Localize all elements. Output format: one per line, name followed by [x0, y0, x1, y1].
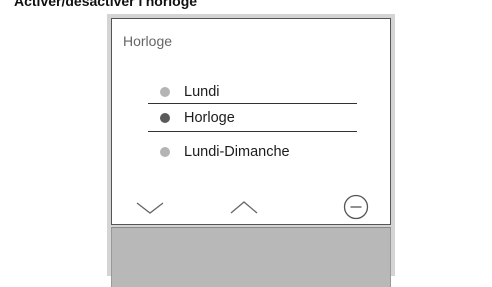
menu-item-lundi[interactable]: Lundi [148, 81, 358, 103]
up-button[interactable] [228, 195, 260, 221]
menu-item-horloge[interactable]: Horloge [148, 107, 358, 129]
page-heading: Activer/désactiver l'horloge [14, 0, 198, 9]
device-illustration: Horloge Lundi Horloge Lundi-Dimanche [107, 14, 395, 287]
menu-item-lundi-dimanche[interactable]: Lundi-Dimanche [148, 141, 358, 163]
device-screen: Horloge Lundi Horloge Lundi-Dimanche [111, 18, 391, 225]
down-button[interactable] [134, 195, 166, 221]
radio-dot-icon [160, 87, 170, 97]
menu-item-label: Lundi [184, 84, 220, 100]
chevron-up-icon [230, 201, 258, 214]
selection-line-bottom [148, 131, 357, 132]
device-bottom-panel [111, 227, 391, 287]
menu-item-label: Lundi-Dimanche [184, 144, 290, 160]
radio-dot-icon [160, 147, 170, 157]
radio-dot-icon [160, 113, 170, 123]
menu-item-label: Horloge [184, 110, 235, 126]
minus-button[interactable] [342, 193, 370, 221]
circle-minus-icon [343, 194, 369, 220]
selection-line-top [148, 103, 357, 104]
screen-title: Horloge [123, 33, 173, 49]
chevron-down-icon [136, 202, 164, 214]
